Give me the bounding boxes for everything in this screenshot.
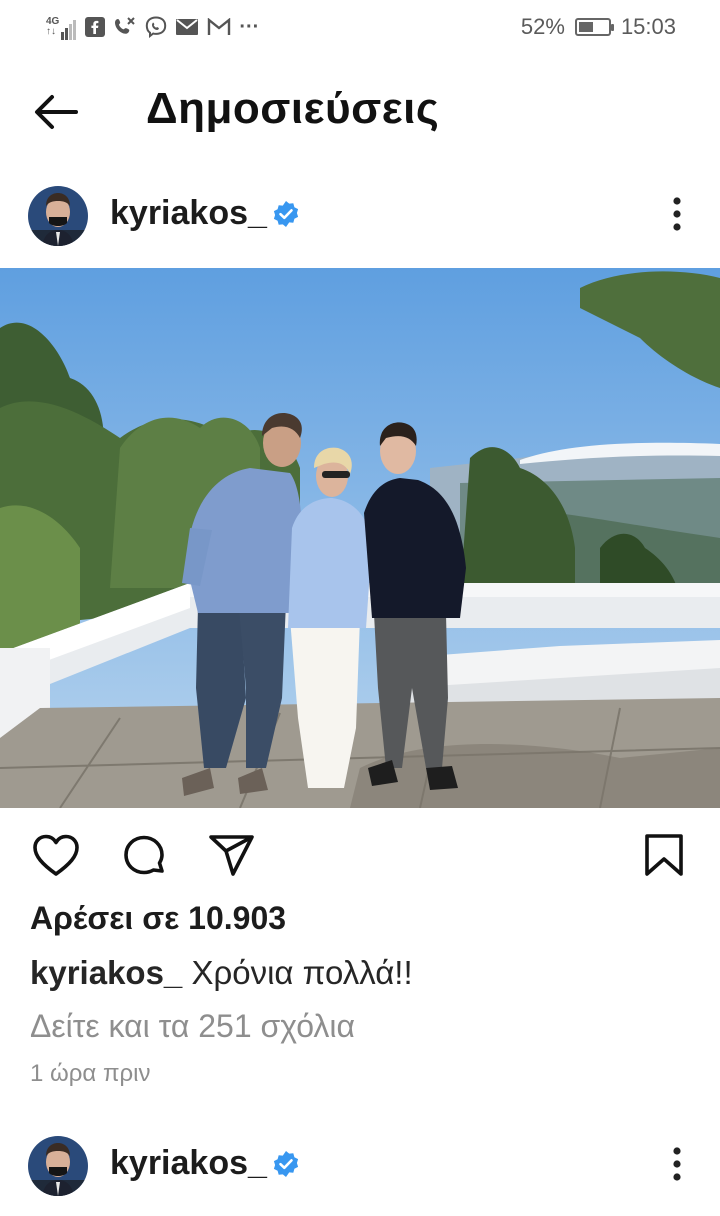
share-button[interactable]: [206, 830, 258, 882]
signal-icon: 4G ↑↓: [46, 14, 77, 40]
bookmark-icon: [645, 834, 683, 876]
clock: 15:03: [620, 14, 676, 39]
post-timestamp: 1 ώρα πριν: [30, 1060, 151, 1087]
battery-level: [578, 22, 594, 32]
more-vertical-icon: [673, 1147, 681, 1181]
next-post-header: kyriakos_: [0, 1130, 720, 1202]
gmail-icon: [208, 18, 231, 35]
heart-icon: [33, 834, 79, 876]
like-button[interactable]: [30, 830, 82, 882]
share-icon: [209, 835, 254, 876]
next-post-username[interactable]: kyriakos_: [110, 1144, 267, 1183]
next-post-avatar[interactable]: [28, 1136, 88, 1196]
page-title: Δημοσιεύσεις: [146, 84, 440, 133]
post-header: kyriakos_: [0, 180, 720, 252]
comment-icon: [124, 835, 164, 875]
view-comments-link[interactable]: Δείτε και τα 251 σχόλια: [30, 1008, 355, 1045]
mail-icon: [176, 19, 199, 35]
missed-call-icon: [115, 17, 136, 34]
verified-badge-icon: [273, 1151, 299, 1177]
status-icons: 4G ↑↓ ···: [46, 14, 259, 40]
likes-count[interactable]: Αρέσει σε 10.903: [30, 900, 286, 937]
battery-icon: [574, 18, 614, 36]
comment-button[interactable]: [118, 830, 170, 882]
post-actions: [0, 826, 720, 886]
more-vertical-icon: [673, 197, 681, 231]
battery-percent: 52%: [520, 14, 565, 39]
status-bar: 4G ↑↓ ··· 52% 15:03: [0, 0, 720, 56]
post-options-button[interactable]: [662, 194, 692, 234]
status-right: 52% 15:03: [521, 14, 676, 40]
next-post-options-button[interactable]: [662, 1144, 692, 1184]
caption: kyriakos_ Χρόνια πολλά!!: [30, 954, 413, 992]
more-notifications: ···: [239, 15, 260, 38]
back-button[interactable]: [28, 88, 84, 136]
save-button[interactable]: [638, 830, 690, 882]
post-username[interactable]: kyriakos_: [110, 194, 267, 233]
facebook-icon: [85, 17, 106, 37]
caption-text: Χρόνια πολλά!!: [191, 954, 413, 991]
caption-username[interactable]: kyriakos_: [30, 954, 182, 991]
app-header: Δημοσιεύσεις: [0, 66, 720, 158]
verified-badge-icon: [273, 201, 299, 227]
avatar[interactable]: [28, 186, 88, 246]
post-photo[interactable]: [0, 268, 720, 808]
arrow-left-icon: [35, 95, 78, 129]
viber-icon: [146, 16, 167, 38]
